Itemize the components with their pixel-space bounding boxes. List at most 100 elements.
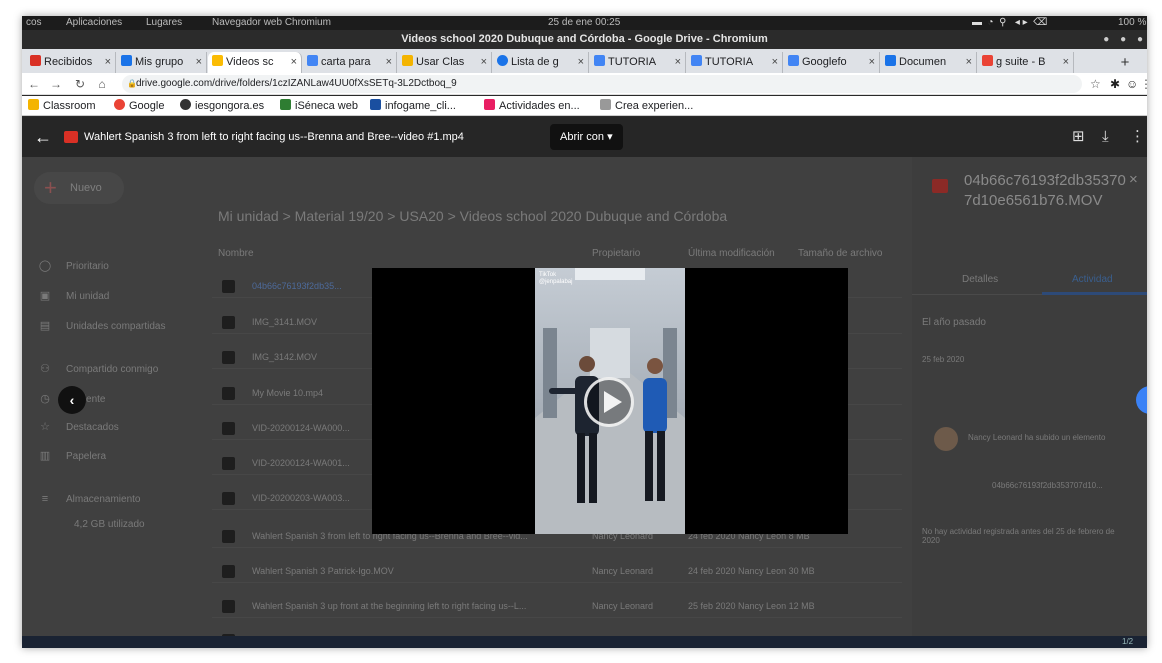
google-icon xyxy=(982,55,993,66)
nav-shared-with-me[interactable]: ⚇ Compartido conmigo xyxy=(38,362,158,375)
minimize-icon[interactable]: ● xyxy=(1103,34,1109,45)
globe-icon xyxy=(180,99,191,110)
home-icon[interactable]: ⌂ xyxy=(94,75,110,93)
file-row[interactable]: Wahlert Spanish 3 up front at the beginn… xyxy=(212,594,902,618)
nav-my-drive[interactable]: ▣ Mi unidad xyxy=(38,289,110,302)
download-icon[interactable]: ⤓ xyxy=(1102,125,1109,149)
system-tray-icons[interactable]: ▬ ◔ ⚲ ◂ ▸ ⌫ xyxy=(972,16,1047,30)
storage-icon: ≡ xyxy=(41,493,49,505)
bookmark-classroom[interactable]: Classroom xyxy=(28,96,96,116)
bookmark-iesgongora[interactable]: iesgongora.es xyxy=(180,96,264,116)
tab-tutoria-1[interactable]: TUTORIA × xyxy=(590,52,686,73)
applications-menu[interactable]: Aplicaciones xyxy=(66,16,122,30)
system-top-bar: cos Aplicaciones Lugares Navegador web C… xyxy=(22,16,1147,30)
google-icon xyxy=(114,99,125,110)
maximize-icon[interactable]: ● xyxy=(1120,34,1126,45)
docs-icon xyxy=(594,55,605,66)
extensions-icon[interactable]: ✱ xyxy=(1110,75,1120,93)
gmail-icon xyxy=(30,55,41,66)
video-file-icon xyxy=(222,316,235,329)
docs-icon xyxy=(788,55,799,66)
shared-drive-icon: ▤ xyxy=(39,320,51,332)
no-activity-note: No hay actividad registrada antes del 25… xyxy=(922,527,1115,545)
new-button[interactable]: + Nuevo xyxy=(34,172,124,204)
active-app-menu[interactable]: Navegador web Chromium xyxy=(212,16,331,30)
column-name[interactable]: Nombre xyxy=(218,248,254,259)
address-bar[interactable]: 🔒 drive.google.com/drive/folders/1czIZAN… xyxy=(122,75,1082,93)
back-arrow-icon[interactable]: ← xyxy=(26,75,42,93)
tab-documents[interactable]: Documen × xyxy=(881,52,977,73)
activity-file-ref[interactable]: 04b66c76193f2db353707d10... xyxy=(992,481,1103,490)
check-circle-icon: ◯ xyxy=(38,260,52,272)
close-icon[interactable]: × xyxy=(1129,171,1138,188)
forward-arrow-icon[interactable]: → xyxy=(48,75,64,93)
tab-drive-active[interactable]: Videos sc × xyxy=(208,52,302,73)
bookmark-crea[interactable]: Crea experien... xyxy=(600,96,693,116)
tab-list[interactable]: Lista de g × xyxy=(493,52,589,73)
close-window-icon[interactable]: ● xyxy=(1137,34,1143,45)
reload-icon[interactable]: ↻ xyxy=(72,75,88,93)
file-row[interactable]: Wahlert Spanish 3 Patrick-Igo.MOV Nancy L… xyxy=(212,559,902,583)
nav-starred[interactable]: ☆ Destacados xyxy=(38,420,119,433)
video-file-icon xyxy=(222,387,235,400)
tab-googleforms[interactable]: Googlefo × xyxy=(784,52,880,73)
close-tab-icon[interactable]: × xyxy=(291,52,297,73)
bookmark-star-icon[interactable]: ☆ xyxy=(1090,75,1101,93)
close-tab-icon[interactable]: × xyxy=(1063,52,1069,73)
close-tab-icon[interactable]: × xyxy=(578,52,584,73)
activity-description: Nancy Leonard ha subido un elemento xyxy=(968,433,1106,442)
tab-docs-carta[interactable]: carta para × xyxy=(303,52,397,73)
tab-slides[interactable]: Usar Clas × xyxy=(398,52,492,73)
close-tab-icon[interactable]: × xyxy=(966,52,972,73)
video-file-icon xyxy=(222,600,235,613)
window-controls: ● ● ● xyxy=(1095,30,1143,49)
column-modified[interactable]: Última modificación xyxy=(688,248,775,259)
bookmark-infogame[interactable]: infogame_cli... xyxy=(370,96,456,116)
storage-used: 4,2 GB utilizado xyxy=(74,519,145,530)
play-button[interactable] xyxy=(584,377,634,427)
tab-activity[interactable]: Actividad xyxy=(1072,265,1113,295)
close-tab-icon[interactable]: × xyxy=(196,52,202,73)
system-clock[interactable]: 25 de ene 00:25 xyxy=(548,16,620,30)
desktop-screen: cos Aplicaciones Lugares Navegador web C… xyxy=(22,16,1147,648)
bookmark-iseneca[interactable]: iSéneca web xyxy=(280,96,358,116)
video-file-icon xyxy=(222,351,235,364)
activity-period: El año pasado xyxy=(922,317,986,328)
close-tab-icon[interactable]: × xyxy=(869,52,875,73)
add-comment-icon[interactable]: ⊞ xyxy=(1072,125,1085,149)
close-tab-icon[interactable]: × xyxy=(675,52,681,73)
close-tab-icon[interactable]: × xyxy=(772,52,778,73)
close-tab-icon[interactable]: × xyxy=(481,52,487,73)
new-tab-button[interactable]: + xyxy=(1115,52,1135,73)
menu-dots-icon[interactable]: ⋮ xyxy=(1140,75,1147,93)
profile-icon[interactable]: ☺ xyxy=(1126,75,1138,93)
open-with-button[interactable]: Abrir con ▾ xyxy=(550,124,623,150)
seneca-icon xyxy=(280,99,291,110)
nav-shared-drives[interactable]: ▤ Unidades compartidas xyxy=(38,319,166,332)
people-icon: ⚇ xyxy=(40,363,50,375)
back-arrow-icon[interactable]: ← xyxy=(34,125,52,149)
column-owner[interactable]: Propietario xyxy=(592,248,640,259)
nav-trash[interactable]: ▥ Papelera xyxy=(38,449,106,462)
places-menu[interactable]: Lugares xyxy=(146,16,182,30)
bookmark-actividades[interactable]: Actividades en... xyxy=(484,96,580,116)
tab-details[interactable]: Detalles xyxy=(962,265,998,295)
tab-groups[interactable]: Mis grupo × xyxy=(117,52,207,73)
activities-label[interactable]: cos xyxy=(26,16,42,30)
close-tab-icon[interactable]: × xyxy=(386,52,392,73)
nav-priority[interactable]: ◯ Prioritario xyxy=(38,259,109,272)
tab-gmail[interactable]: Recibidos × xyxy=(26,52,116,73)
drive-icon xyxy=(212,55,223,66)
breadcrumb[interactable]: Mi unidad > Material 19/20 > USA20 > Vid… xyxy=(218,208,727,224)
column-size[interactable]: Tamaño de archivo xyxy=(798,248,883,259)
tiktok-watermark: TikTok @jenpalabaj xyxy=(539,272,573,285)
nav-storage[interactable]: ≡ Almacenamiento xyxy=(38,493,141,505)
star-icon: ☆ xyxy=(40,421,50,433)
bookmark-generic-icon xyxy=(600,99,611,110)
previous-file-button[interactable]: ‹ xyxy=(58,386,86,414)
tab-tutoria-2[interactable]: TUTORIA × xyxy=(687,52,783,73)
more-options-icon[interactable]: ⋮ xyxy=(1130,125,1145,149)
close-tab-icon[interactable]: × xyxy=(105,52,111,73)
bookmark-google[interactable]: Google xyxy=(114,96,164,116)
tab-gsuite[interactable]: g suite - B × xyxy=(978,52,1074,73)
